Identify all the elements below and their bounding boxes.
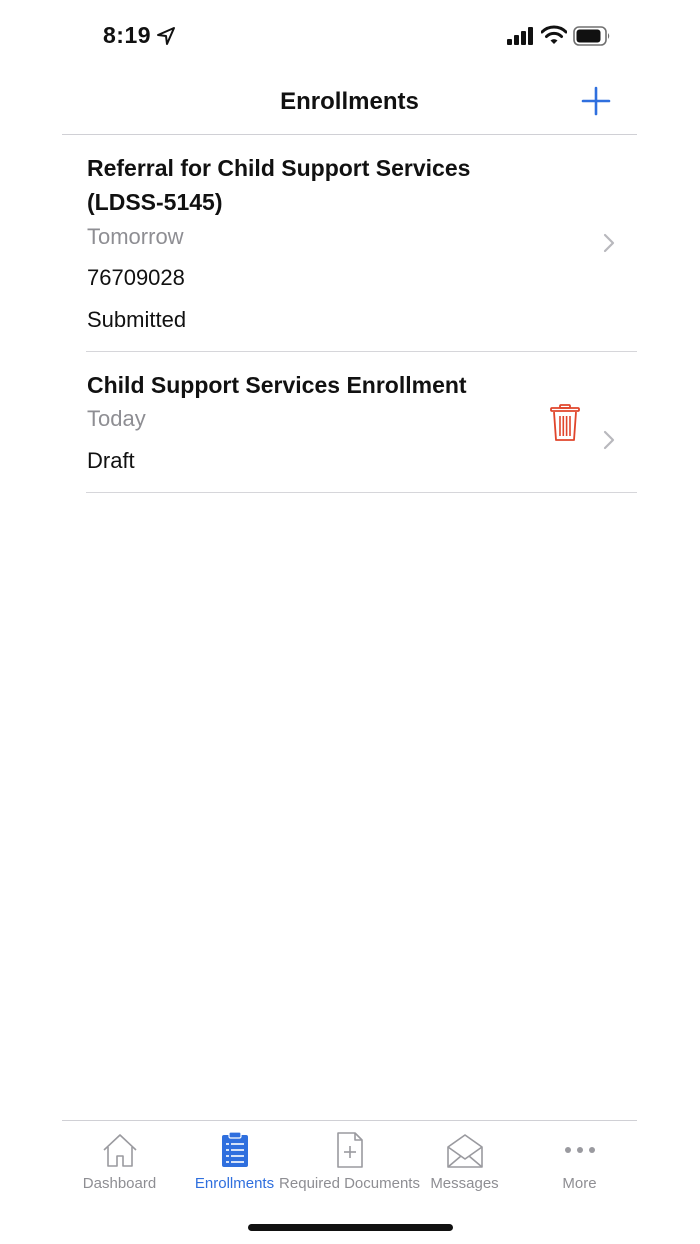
navigation-bar: Enrollments [62, 70, 637, 135]
page-title: Enrollments [280, 88, 419, 115]
home-icon [102, 1134, 137, 1167]
location-arrow-icon [157, 27, 175, 45]
enrollment-title: Child Support Services Enrollment [87, 372, 467, 398]
add-enrollment-button[interactable] [581, 86, 611, 116]
status-bar: 8:19 [0, 0, 700, 70]
wifi-icon [541, 25, 567, 44]
status-time: 8:19 [103, 22, 152, 48]
enrollment-row[interactable]: Referral for Child Support Services (LDS… [86, 135, 637, 352]
tab-more[interactable]: More [522, 1121, 637, 1201]
enrollment-title: Referral for Child Support Services (LDS… [87, 155, 471, 215]
enrollment-row[interactable]: Child Support Services Enrollment Today … [86, 352, 637, 493]
battery-icon [573, 26, 610, 46]
enrollment-status: Draft [87, 448, 135, 473]
delete-enrollment-button[interactable] [550, 404, 580, 442]
enrollment-list: Referral for Child Support Services (LDS… [86, 135, 637, 493]
enrollment-date: Today [87, 406, 146, 431]
enrollment-status: Submitted [87, 307, 187, 332]
enrollment-number: 76709028 [87, 265, 185, 290]
clipboard-icon [221, 1131, 248, 1167]
tab-bar: Dashboard Enrollments Required Documents [62, 1120, 637, 1201]
document-add-icon [336, 1132, 363, 1168]
home-indicator [248, 1224, 453, 1231]
chevron-right-icon [603, 430, 615, 450]
enrollment-date: Tomorrow [87, 224, 184, 249]
tab-label: More [562, 1175, 597, 1192]
envelope-icon [446, 1134, 483, 1168]
chevron-right-icon [603, 233, 615, 253]
cellular-signal-icon [507, 27, 533, 45]
more-icon [564, 1147, 595, 1153]
